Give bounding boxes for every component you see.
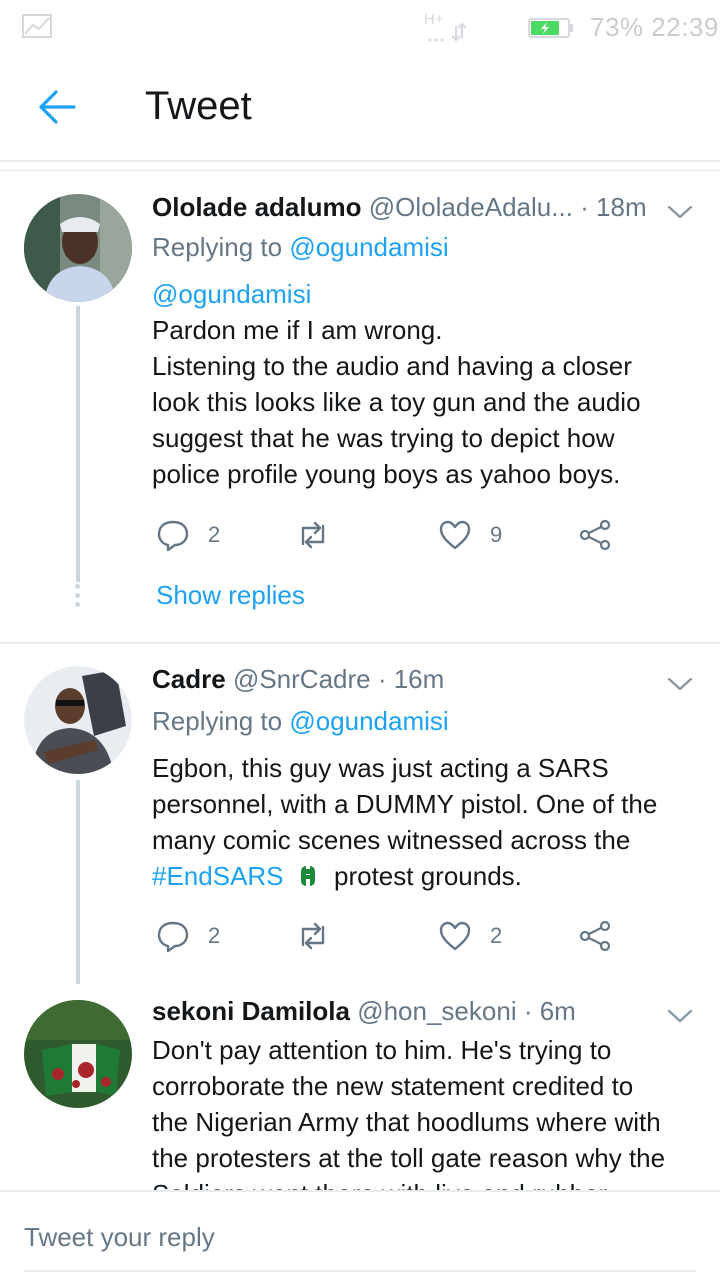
nigeria-fist-emoji-icon (300, 866, 315, 886)
show-replies-link[interactable]: Show replies (156, 580, 305, 611)
reply-button[interactable]: 2 (156, 515, 220, 555)
tweet-text: Egbon, this guy was just acting a SARS p… (152, 750, 697, 894)
tweet-line: Don't pay attention to him. He's trying … (152, 1035, 612, 1065)
avatar[interactable] (24, 194, 132, 302)
reply-count: 2 (208, 923, 221, 948)
share-icon (579, 920, 611, 952)
avatar[interactable] (24, 666, 132, 774)
reply-bar: Tweet your reply (0, 1190, 720, 1280)
status-bar: H+ 73% 22:39 (0, 0, 720, 56)
divider (0, 170, 720, 171)
battery-icon (528, 18, 573, 38)
tweet-header: Ololade adalumo @OloladeAdalu... · 18m (152, 192, 647, 223)
replying-to-link[interactable]: @ogundamisi (289, 232, 448, 262)
display-name[interactable]: Cadre (152, 664, 226, 694)
tweet-line: personnel, with a DUMMY pistol. One of t… (152, 789, 658, 819)
tweet-line: corroborate the new statement credited t… (152, 1071, 634, 1101)
header: Tweet (0, 56, 720, 162)
replying-to: Replying to @ogundamisi (152, 706, 449, 737)
tweet-line-rest: protest grounds. (334, 861, 522, 891)
thread-dots (74, 584, 82, 611)
user-handle[interactable]: @SnrCadre (233, 664, 371, 694)
tweet-header: Cadre @SnrCadre · 16m (152, 664, 444, 695)
display-name[interactable]: Ololade adalumo (152, 192, 362, 222)
divider (0, 160, 720, 162)
tweet-line: police profile young boys as yahoo boys. (152, 459, 621, 489)
heart-icon (439, 520, 471, 550)
chevron-down-icon[interactable] (666, 202, 694, 222)
tweet-line: #EndSARS protest grounds. (152, 858, 697, 894)
timestamp[interactable]: · 6m (524, 996, 576, 1026)
tweet-actions: 2 9 (152, 515, 632, 555)
replying-to-label: Replying to (152, 232, 283, 262)
tweet-line: Pardon me if I am wrong. (152, 315, 443, 345)
reply-icon (157, 921, 189, 953)
page-title: Tweet (145, 84, 252, 128)
chevron-down-icon[interactable] (666, 1006, 694, 1026)
chart-icon (22, 14, 52, 38)
like-count: 2 (490, 923, 503, 948)
replying-to-link[interactable]: @ogundamisi (289, 706, 448, 736)
reply-count: 2 (208, 522, 221, 547)
mention-link[interactable]: @ogundamisi (152, 276, 697, 312)
reply-icon (157, 520, 189, 552)
tweet-line: Soldiers went there with live and rubber (152, 1176, 697, 1190)
heart-icon (439, 921, 471, 951)
replying-to: Replying to @ogundamisi (152, 232, 449, 263)
tweet[interactable]: Ololade adalumo @OloladeAdalu... · 18m R… (0, 172, 720, 642)
share-button[interactable] (578, 916, 612, 956)
tweet-header: sekoni Damilola @hon_sekoni · 6m (152, 996, 576, 1027)
retweet-icon (301, 521, 325, 549)
thread-line (76, 306, 80, 582)
battery-percent: 73% (590, 12, 644, 42)
reply-input[interactable]: Tweet your reply (24, 1222, 215, 1253)
tweet[interactable]: sekoni Damilola @hon_sekoni · 6m Don't p… (0, 984, 720, 1190)
tweet-text: Don't pay attention to him. He's trying … (152, 1032, 697, 1190)
tweet-line: suggest that he was trying to depict how (152, 423, 615, 453)
arrow-left-icon[interactable] (36, 86, 78, 128)
hashtag-link[interactable]: #EndSARS (152, 861, 284, 891)
status-battery-time: 73% 22:39 (590, 12, 719, 43)
tweet-line: many comic scenes witnessed across the (152, 825, 631, 855)
user-handle[interactable]: @hon_sekoni (357, 996, 516, 1026)
display-name[interactable]: sekoni Damilola (152, 996, 350, 1026)
tweet-line: the Nigerian Army that hoodlums where wi… (152, 1107, 661, 1137)
timestamp[interactable]: · 16m (378, 664, 444, 694)
tweet-line: Listening to the audio and having a clos… (152, 351, 632, 381)
timestamp[interactable]: · 18m (580, 192, 646, 222)
clock: 22:39 (651, 12, 719, 42)
tweet[interactable]: Cadre @SnrCadre · 16m Replying to @ogund… (0, 644, 720, 984)
retweet-icon (301, 922, 325, 950)
tweet-actions: 2 2 (152, 916, 632, 956)
reply-button[interactable]: 2 (156, 916, 220, 956)
retweet-button[interactable] (296, 515, 348, 555)
retweet-button[interactable] (296, 916, 348, 956)
chevron-down-icon[interactable] (666, 674, 694, 694)
share-button[interactable] (578, 515, 612, 555)
tweet-line: look this looks like a toy gun and the a… (152, 387, 641, 417)
thread-line (76, 780, 80, 984)
reply-input-underline (24, 1270, 696, 1272)
network-icon: H+ (424, 11, 467, 42)
tweet-line: the protesters at the toll gate reason w… (152, 1143, 666, 1173)
svg-text:H+: H+ (424, 11, 444, 28)
share-icon (579, 519, 611, 551)
tweet-line: Egbon, this guy was just acting a SARS (152, 753, 609, 783)
user-handle[interactable]: @OloladeAdalu... (369, 192, 573, 222)
tweet-text: @ogundamisi Pardon me if I am wrong. Lis… (152, 276, 697, 492)
replying-to-label: Replying to (152, 706, 283, 736)
like-count: 9 (490, 522, 503, 547)
like-button[interactable]: 2 (438, 916, 502, 956)
like-button[interactable]: 9 (438, 515, 502, 555)
avatar[interactable] (24, 1000, 132, 1108)
